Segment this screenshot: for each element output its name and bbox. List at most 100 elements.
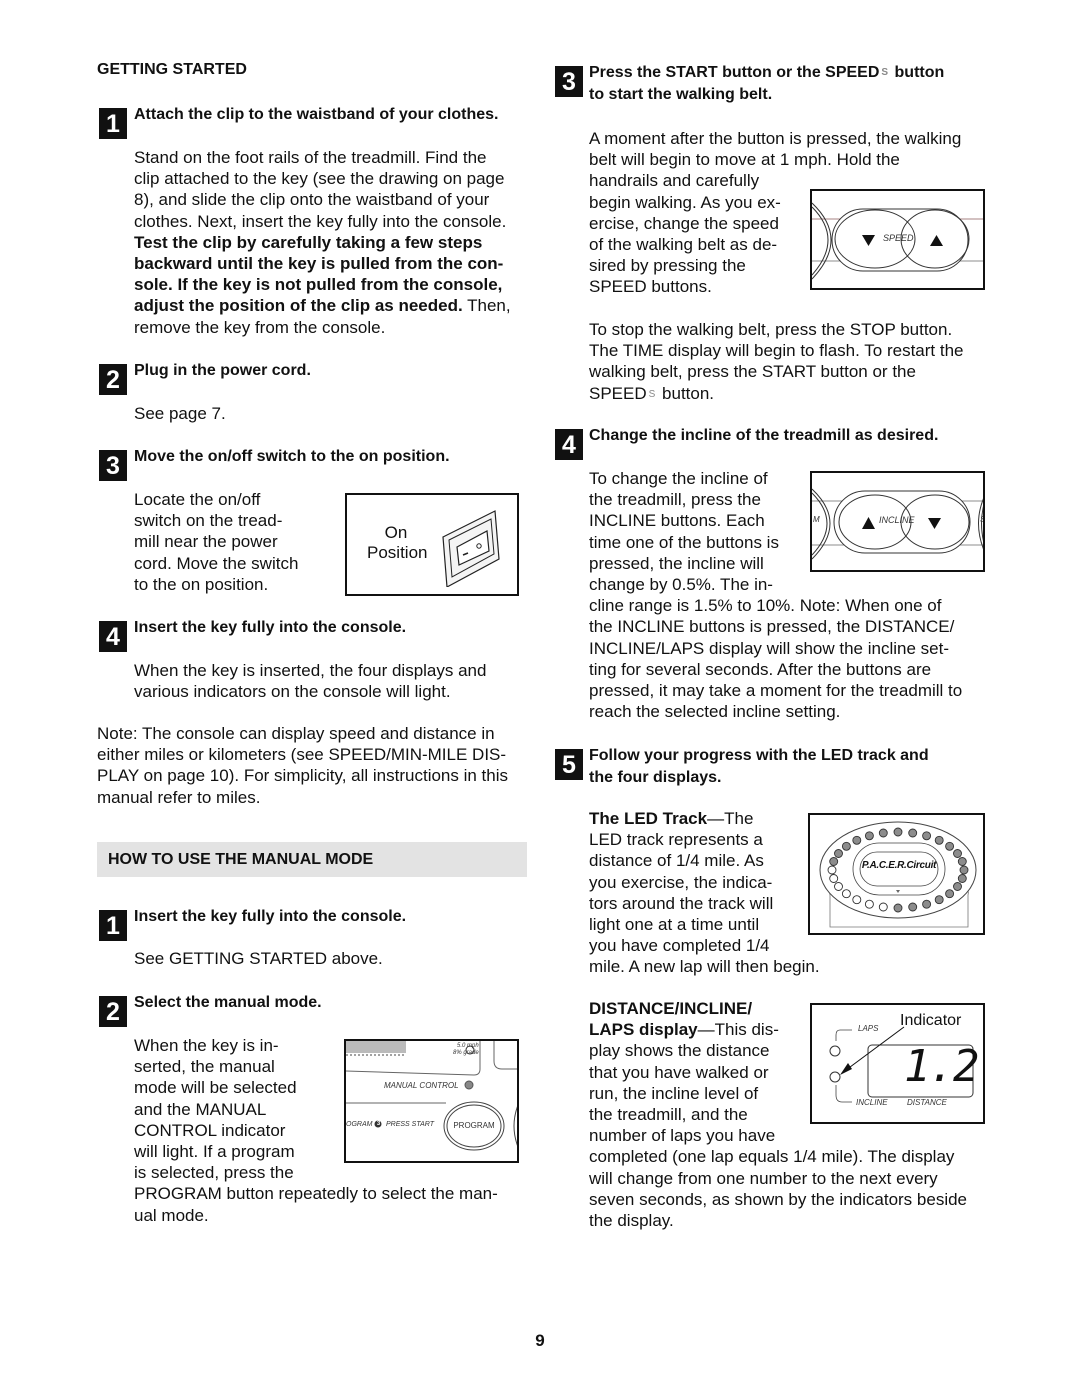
manual-control-figure: 5.0 mph 8% grade MANUAL CONTROL OGRAM 3 … bbox=[344, 1039, 519, 1163]
body-line: INCLINE/LAPS display will show the incli… bbox=[589, 638, 949, 658]
speed-label: 5.0 mph bbox=[457, 1043, 479, 1049]
body-line: mile. A new lap will then begin. bbox=[589, 957, 820, 977]
step-body: Stand on the foot rails of the treadmill… bbox=[134, 147, 534, 338]
adjacent-button-label: S bbox=[980, 515, 985, 524]
step-number-badge: 1 bbox=[99, 910, 127, 941]
body-line: mill near the power bbox=[134, 532, 278, 552]
body-line: sole. If the key is not pulled from the … bbox=[134, 275, 503, 295]
body-line: PROGRAM button repeatedly to select the … bbox=[134, 1184, 498, 1204]
speed-increase-icon: S bbox=[648, 388, 656, 400]
step-heading: Select the manual mode. bbox=[134, 994, 322, 1011]
body-line: is selected, press the bbox=[134, 1163, 294, 1183]
figure-label: On Position bbox=[367, 523, 428, 563]
heading-text: Press the START button or the SPEED bbox=[589, 64, 880, 81]
note-line: manual refer to miles. bbox=[97, 787, 261, 807]
step-number-badge: 2 bbox=[99, 996, 127, 1027]
body-line: change by 0.5%. The in- bbox=[589, 575, 773, 595]
step-heading: Insert the key fully into the console. bbox=[134, 908, 407, 925]
body-text: button. bbox=[662, 383, 715, 403]
heading-line: Press the START button or the SPEED S but… bbox=[589, 62, 944, 84]
body-line: the display. bbox=[589, 1211, 674, 1231]
body-line: to the on position. bbox=[134, 574, 269, 594]
pacer-circuit-logo: P.A.C.E.R.Circuit bbox=[861, 860, 937, 871]
step-number-badge: 1 bbox=[99, 108, 127, 139]
led-indicator-lit bbox=[957, 857, 967, 866]
lcd-readout: 1.2 bbox=[904, 1041, 979, 1092]
led-indicator-unlit bbox=[878, 902, 888, 912]
speed-label: SPEED bbox=[883, 233, 914, 243]
body-line: will change from one number to the next … bbox=[589, 1168, 938, 1188]
body-line: reach the selected incline setting. bbox=[589, 702, 841, 722]
led-indicator-lit bbox=[893, 903, 903, 913]
figure-label-line: Position bbox=[367, 543, 428, 562]
body-text: Then, bbox=[462, 296, 511, 316]
body-line: adjust the position of the clip as neede… bbox=[134, 295, 534, 316]
led-indicator-lit bbox=[841, 841, 851, 851]
led-indicator-lit bbox=[908, 902, 918, 912]
distance-display-figure: Indicator LAPS INCLINE DISTANCE 1.2 bbox=[810, 1003, 985, 1124]
power-switch-icon bbox=[442, 510, 500, 587]
step-body: Locate the on/off switch on the tread- m… bbox=[134, 489, 298, 595]
body-line: number of laps you have bbox=[589, 1126, 776, 1146]
led-track-figure: P.A.C.E.R.Circuit bbox=[808, 813, 985, 935]
step-heading: Insert the key fully into the console. bbox=[134, 619, 407, 636]
speed-increase-icon: S bbox=[881, 67, 889, 78]
body-line: clip attached to the key (see the drawin… bbox=[134, 169, 505, 189]
note-line: either miles or kilometers (see SPEED/MI… bbox=[97, 745, 507, 765]
distance-label: DISTANCE bbox=[907, 1098, 947, 1107]
led-indicator-lit bbox=[908, 828, 918, 838]
getting-started-title: GETTING STARTED bbox=[97, 61, 247, 78]
heading-line: the four displays. bbox=[589, 768, 722, 786]
term: LAPS display bbox=[589, 1020, 698, 1040]
led-indicator-unlit bbox=[829, 874, 839, 883]
stop-restart-paragraph: To stop the walking belt, press the STOP… bbox=[589, 319, 999, 405]
on-position-figure: On Position bbox=[345, 493, 519, 596]
heading-text: button bbox=[894, 64, 945, 81]
console-panel-drawing bbox=[346, 1041, 517, 1151]
heading-line: to start the walking belt. bbox=[589, 85, 773, 103]
speed-buttons-figure: SPEED bbox=[810, 189, 985, 290]
step-heading: Press the START button or the SPEED S but… bbox=[589, 62, 944, 105]
body-line: walking belt, press the START button or … bbox=[589, 362, 916, 382]
manual-control-label: MANUAL CONTROL bbox=[384, 1081, 459, 1090]
body-line: backward until the key is pulled from th… bbox=[134, 254, 504, 274]
led-indicator-lit bbox=[922, 831, 932, 841]
led-indicator-lit bbox=[934, 895, 944, 905]
body-text: —This dis- bbox=[697, 1020, 779, 1040]
body-line: seven seconds, as shown by the indicator… bbox=[589, 1189, 968, 1209]
body-line: pressed, it may take a moment for the tr… bbox=[589, 681, 963, 701]
page-number: 9 bbox=[535, 1331, 545, 1350]
body-line: completed (one lap equals 1/4 mile). The… bbox=[589, 1147, 955, 1167]
laps-indicator-light bbox=[829, 1045, 841, 1057]
step-body: See page 7. bbox=[134, 404, 226, 423]
body-line: cline range is 1.5% to 10%. Note: When o… bbox=[589, 596, 942, 616]
figure-label-line: On bbox=[384, 523, 408, 542]
led-indicator-lit bbox=[959, 865, 969, 875]
led-indicator-lit bbox=[953, 882, 962, 891]
led-indicator-lit bbox=[945, 841, 955, 851]
led-indicator-lit bbox=[878, 828, 888, 838]
step-number-badge: 4 bbox=[99, 621, 127, 652]
body-line: A moment after the button is pressed, th… bbox=[589, 129, 962, 148]
step-heading: Move the on/off switch to the on positio… bbox=[134, 448, 450, 465]
led-track-drawing bbox=[819, 821, 977, 928]
units-note: Note: The console can display speed and … bbox=[97, 723, 537, 808]
step-number-badge: 3 bbox=[555, 66, 583, 97]
manual-mode-section-header: HOW TO USE THE MANUAL MODE bbox=[97, 842, 527, 877]
step-heading: Plug in the power cord. bbox=[134, 362, 311, 379]
body-line: 8), and slide the clip onto the waistban… bbox=[134, 190, 490, 210]
led-indicator-lit bbox=[922, 899, 932, 909]
incline-indicator-light bbox=[829, 1071, 841, 1083]
body-line: When the key is inserted, the four displ… bbox=[134, 661, 487, 680]
body-line: various indicators on the console will l… bbox=[134, 682, 451, 702]
step-number-badge: 2 bbox=[99, 364, 127, 395]
body-line: Locate the on/off bbox=[134, 490, 261, 509]
led-indicator-unlit bbox=[864, 899, 874, 909]
body-text: —The bbox=[707, 809, 754, 828]
led-indicator-unlit bbox=[852, 895, 862, 905]
body-line: Test the clip by carefully taking a few … bbox=[134, 232, 483, 252]
led-indicator-lit bbox=[852, 835, 862, 845]
press-start-label: PRESS START bbox=[386, 1121, 434, 1128]
laps-label: LAPS bbox=[858, 1024, 879, 1033]
led-indicator-unlit bbox=[827, 865, 837, 875]
